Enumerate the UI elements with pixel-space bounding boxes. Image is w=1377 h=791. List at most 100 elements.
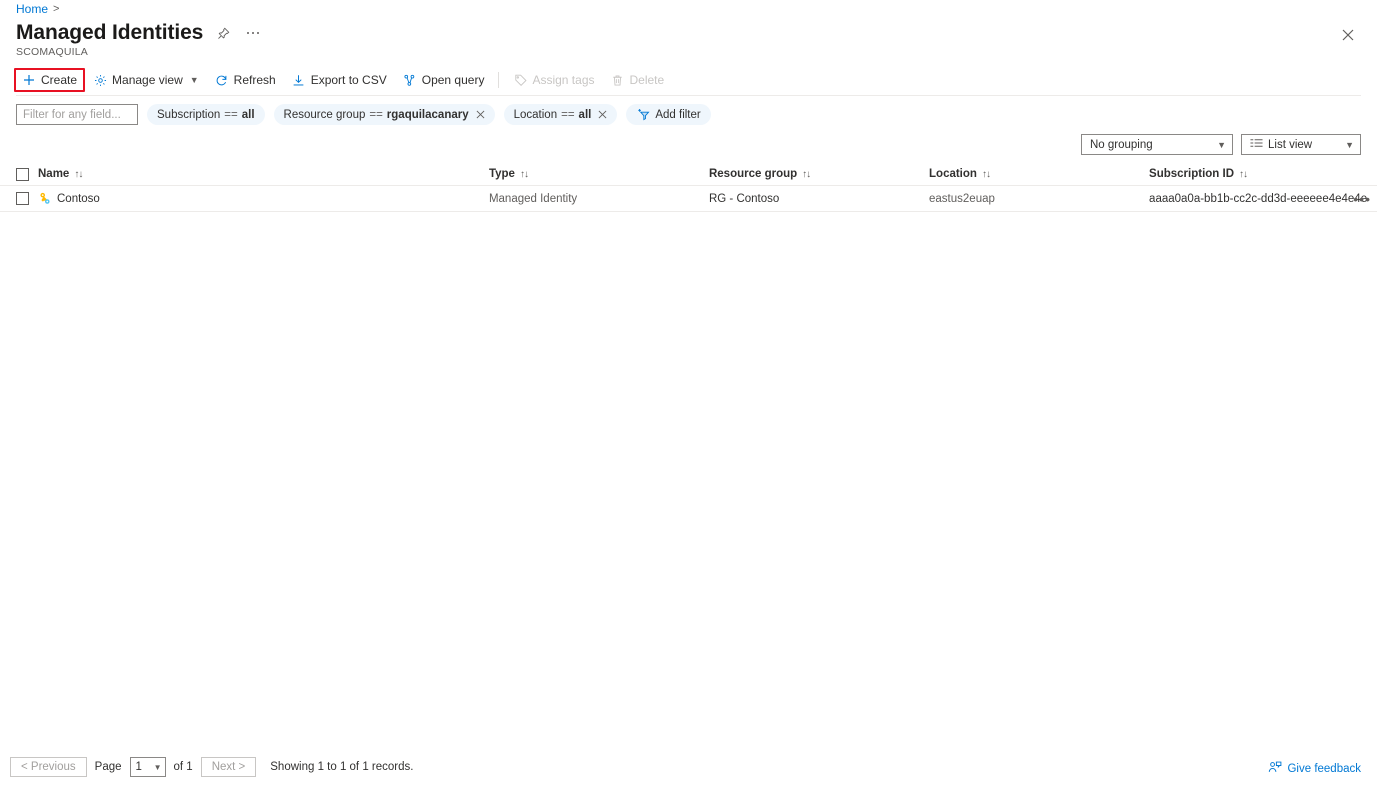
column-header-label: Location	[929, 168, 977, 180]
search-input[interactable]	[16, 104, 138, 125]
grouping-select[interactable]: No grouping ▼	[1081, 134, 1233, 155]
column-header-type[interactable]: Type ↑↓	[489, 168, 709, 180]
remove-filter-icon[interactable]	[476, 109, 485, 121]
resources-table: Name ↑↓ Type ↑↓ Resource group ↑↓ Locati…	[0, 163, 1377, 212]
refresh-button[interactable]: Refresh	[207, 68, 284, 92]
filter-pill-value: all	[579, 109, 592, 121]
open-query-label: Open query	[422, 73, 485, 87]
breadcrumb-separator: >	[53, 3, 59, 15]
chevron-down-icon: ▼	[190, 75, 199, 85]
column-header-label: Type	[489, 168, 515, 180]
refresh-icon	[215, 73, 229, 87]
pagination-bar: < Previous Page 1 ▼ of 1 Next > Showing …	[0, 757, 1377, 777]
pager: < Previous Page 1 ▼ of 1 Next > Showing …	[10, 757, 413, 777]
close-icon[interactable]	[1337, 24, 1359, 46]
sort-icon: ↑↓	[520, 169, 528, 180]
pin-icon[interactable]	[213, 23, 233, 43]
previous-page-button: < Previous	[10, 757, 87, 777]
page-title: Managed Identities	[16, 20, 203, 46]
filter-pill-operator: ==	[561, 109, 574, 121]
add-filter-label: Add filter	[655, 109, 700, 121]
page-number-select[interactable]: 1 ▼	[130, 757, 166, 777]
managed-identity-key-icon	[38, 191, 52, 206]
manage-view-label: Manage view	[112, 73, 183, 87]
toolbar-divider-rule	[16, 95, 1361, 96]
refresh-label: Refresh	[234, 73, 276, 87]
column-header-subscription-id[interactable]: Subscription ID ↑↓	[1149, 168, 1377, 180]
filter-pill-field: Location	[514, 109, 557, 121]
filter-pill-value: rgaquilacanary	[387, 109, 469, 121]
column-header-label: Name	[38, 168, 69, 180]
open-query-button[interactable]: Open query	[395, 68, 493, 92]
breadcrumb: Home >	[16, 1, 59, 17]
grouping-select-value: No grouping	[1090, 139, 1153, 151]
plus-icon	[22, 73, 36, 87]
sort-icon: ↑↓	[1239, 169, 1247, 180]
column-header-location[interactable]: Location ↑↓	[929, 168, 1149, 180]
command-toolbar: Create Manage view ▼ Refresh	[14, 68, 672, 92]
cell-type: Managed Identity	[489, 193, 709, 205]
toolbar-divider	[498, 72, 499, 88]
sort-icon: ↑↓	[74, 169, 82, 180]
next-page-button: Next >	[201, 757, 257, 777]
chevron-down-icon: ▼	[1217, 140, 1226, 150]
table-header-row: Name ↑↓ Type ↑↓ Resource group ↑↓ Locati…	[0, 163, 1377, 186]
column-header-resource-group[interactable]: Resource group ↑↓	[709, 168, 929, 180]
filter-pill-field: Subscription	[157, 109, 220, 121]
row-context-menu-icon[interactable]: •••	[1353, 192, 1371, 206]
chevron-down-icon: ▼	[154, 763, 162, 772]
gear-icon	[93, 73, 107, 87]
assign-tags-button: Assign tags	[505, 68, 602, 92]
cell-location: eastus2euap	[929, 193, 1149, 205]
sort-icon: ↑↓	[982, 169, 990, 180]
filter-pill-resource-group[interactable]: Resource group == rgaquilacanary	[274, 104, 495, 125]
column-header-label: Resource group	[709, 168, 797, 180]
column-header-name[interactable]: Name ↑↓	[38, 168, 489, 180]
filter-pill-value: all	[242, 109, 255, 121]
view-mode-select[interactable]: List view ▼	[1241, 134, 1361, 155]
filter-pill-subscription[interactable]: Subscription == all	[147, 104, 265, 125]
cell-resource-group: RG - Contoso	[709, 193, 929, 205]
filter-pill-location[interactable]: Location == all	[504, 104, 618, 125]
list-view-icon	[1250, 138, 1263, 151]
page-number-value: 1	[136, 761, 142, 773]
select-all-checkbox[interactable]	[16, 168, 29, 181]
delete-label: Delete	[630, 73, 665, 87]
filter-pill-operator: ==	[369, 109, 382, 121]
add-filter-icon	[636, 108, 650, 122]
add-filter-button[interactable]: Add filter	[626, 104, 710, 125]
page-subtitle: SCOMAQUILA	[16, 46, 88, 58]
breadcrumb-home-link[interactable]: Home	[16, 2, 48, 16]
filter-pill-field: Resource group	[284, 109, 366, 121]
filter-pill-operator: ==	[224, 109, 237, 121]
records-summary: Showing 1 to 1 of 1 records.	[270, 761, 413, 773]
ellipsis-icon[interactable]	[243, 23, 263, 43]
cell-subscription-id: aaaa0a0a-bb1b-cc2c-dd3d-eeeeee4e4e4e	[1149, 193, 1377, 205]
page-label: Page	[95, 761, 122, 773]
give-feedback-label: Give feedback	[1287, 763, 1361, 775]
cell-name: Contoso	[38, 191, 489, 206]
total-pages-label: of 1	[174, 761, 193, 773]
create-button-label: Create	[41, 73, 77, 87]
table-row[interactable]: Contoso Managed Identity RG - Contoso ea…	[0, 186, 1377, 212]
manage-view-button[interactable]: Manage view ▼	[85, 68, 207, 92]
delete-button: Delete	[603, 68, 673, 92]
sort-icon: ↑↓	[802, 169, 810, 180]
chevron-down-icon: ▼	[1345, 140, 1354, 150]
cell-name-text[interactable]: Contoso	[57, 193, 100, 205]
export-csv-label: Export to CSV	[311, 73, 387, 87]
create-button[interactable]: Create	[14, 68, 85, 92]
give-feedback-link[interactable]: Give feedback	[1268, 761, 1361, 777]
feedback-person-icon	[1268, 761, 1282, 777]
tag-icon	[513, 73, 527, 87]
managed-identities-blade: Home > Managed Identities SCOMAQUILA	[0, 0, 1377, 791]
column-header-label: Subscription ID	[1149, 168, 1234, 180]
view-controls: No grouping ▼ List view ▼	[1081, 134, 1361, 155]
query-graph-icon	[403, 73, 417, 87]
filter-bar: Subscription == all Resource group == rg…	[16, 104, 711, 125]
remove-filter-icon[interactable]	[598, 109, 607, 121]
assign-tags-label: Assign tags	[532, 73, 594, 87]
download-icon	[292, 73, 306, 87]
row-checkbox[interactable]	[16, 192, 29, 205]
export-csv-button[interactable]: Export to CSV	[284, 68, 395, 92]
